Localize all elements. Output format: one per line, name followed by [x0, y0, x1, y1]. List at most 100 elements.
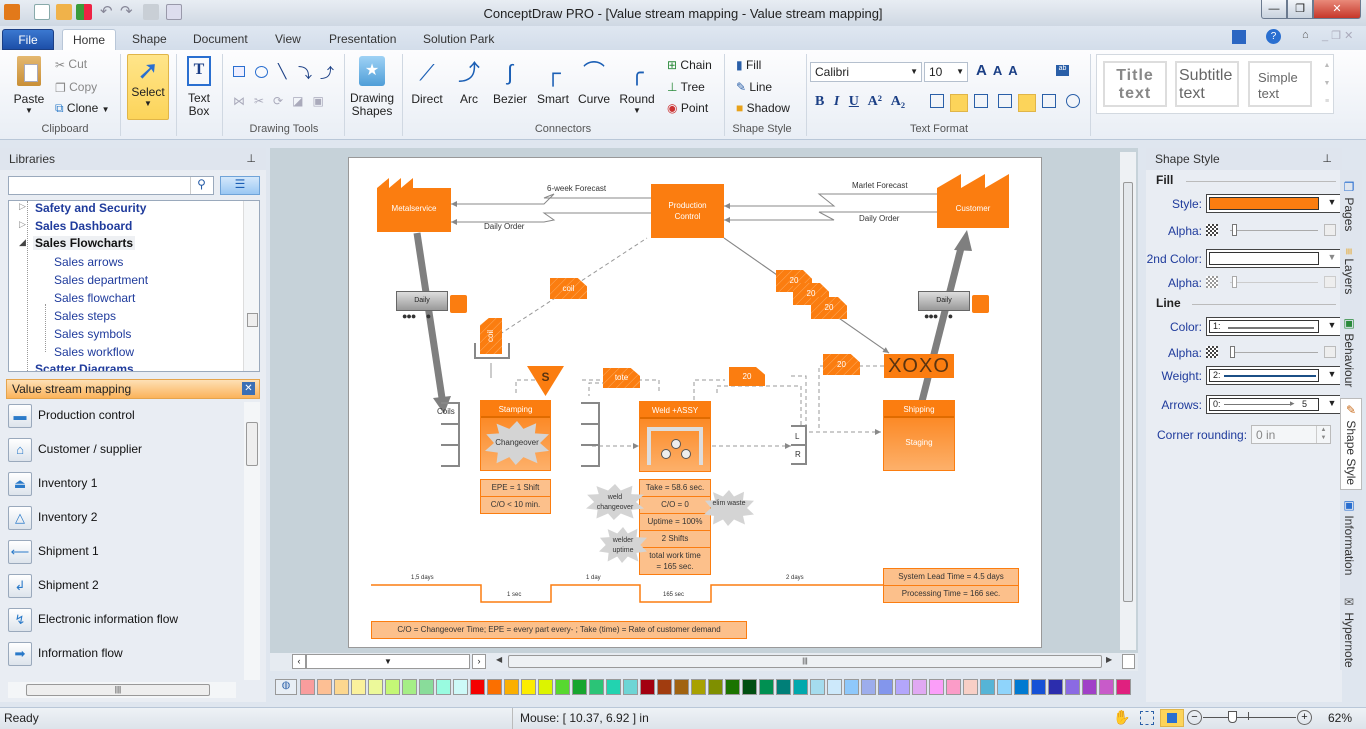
color-swatch[interactable] [453, 679, 468, 695]
tree-item-sales-symbols[interactable]: Sales symbols [54, 327, 131, 341]
layout-icon[interactable] [1232, 30, 1246, 44]
style-subtitle-text[interactable]: Subtitle text [1175, 61, 1239, 107]
color-swatch[interactable] [1099, 679, 1114, 695]
color-swatch[interactable] [657, 679, 672, 695]
color-swatch[interactable] [504, 679, 519, 695]
weld-process[interactable]: Weld +ASSY [639, 401, 711, 472]
color-swatch[interactable] [1065, 679, 1080, 695]
second-color-select[interactable]: ▼ [1206, 249, 1342, 268]
side-tab-pages[interactable]: ❐ Pages [1342, 180, 1356, 231]
underline-icon[interactable]: U [849, 94, 859, 109]
color-swatch[interactable] [776, 679, 791, 695]
palette-menu-icon[interactable]: ◍ [275, 679, 297, 695]
color-swatch[interactable] [589, 679, 604, 695]
connector-bezier-button[interactable]: ∫ Bezier [492, 58, 528, 106]
color-swatch[interactable] [300, 679, 315, 695]
customer-factory[interactable]: Customer [937, 174, 1009, 228]
color-swatch[interactable] [1082, 679, 1097, 695]
color-swatch[interactable] [827, 679, 842, 695]
tab-presentation[interactable]: Presentation [319, 29, 406, 50]
color-swatch[interactable] [1014, 679, 1029, 695]
line-weight-select[interactable]: 2: ▼ [1206, 366, 1342, 385]
shadow-button[interactable]: ■ Shadow [736, 101, 790, 115]
shapes-hscrollbar[interactable]: ||| [8, 682, 236, 698]
color-swatch[interactable] [997, 679, 1012, 695]
tab-home[interactable]: Home [62, 29, 117, 50]
tree-view-toggle-icon[interactable]: ☰ [220, 176, 260, 195]
color-swatch[interactable] [674, 679, 689, 695]
cut-button[interactable]: ✂ Cut [55, 57, 87, 72]
font-size-controls[interactable]: AAA [976, 62, 1024, 79]
zoom-area-icon[interactable] [1140, 711, 1154, 725]
italic-icon[interactable]: I [834, 94, 839, 109]
color-swatch[interactable] [419, 679, 434, 695]
tree-item-sales-arrows[interactable]: Sales arrows [54, 255, 123, 269]
line-alpha-slider[interactable] [1230, 352, 1318, 353]
canvas-hscrollbar[interactable]: ||| [508, 655, 1102, 668]
color-swatch[interactable] [317, 679, 332, 695]
rectangle-tool-icon[interactable] [233, 66, 245, 77]
tree-item-sales-steps[interactable]: Sales steps [54, 309, 116, 323]
side-tab-behaviour[interactable]: ▣ Behaviour [1342, 316, 1356, 387]
drawing-shapes-button[interactable]: ★ Drawing Shapes [348, 56, 396, 118]
tree-scrollbar[interactable] [243, 201, 259, 371]
library-shape-inventory-2[interactable]: △ Inventory 2 [8, 504, 243, 534]
diagram-page[interactable]: Metalservice Production Control Customer … [348, 157, 1042, 648]
align-left-icon[interactable] [930, 94, 944, 108]
color-swatch[interactable] [572, 679, 587, 695]
arrows-select[interactable]: 0: ▸ 5 ▼ [1206, 395, 1342, 414]
color-swatch[interactable] [606, 679, 621, 695]
color-swatch[interactable] [640, 679, 655, 695]
align-right-icon[interactable] [974, 94, 988, 108]
copy-button[interactable]: ❐ Copy [55, 80, 97, 95]
library-shape-shipment-1[interactable]: ⟵ Shipment 1 [8, 538, 243, 568]
connector-round-button[interactable]: ╭ Round ▼ [617, 58, 657, 115]
library-shape-production-control[interactable]: ▬ Production control [8, 402, 243, 432]
stamping-process[interactable]: Stamping Changeover [480, 400, 551, 471]
tree-item-sales-workflow[interactable]: Sales workflow [54, 345, 134, 359]
text-style-buttons[interactable]: B I U A² A₂ [815, 94, 905, 110]
color-swatch[interactable] [334, 679, 349, 695]
fit-to-window-icon[interactable] [1160, 709, 1184, 727]
scroll-thumb[interactable] [246, 422, 258, 466]
hand-tool-icon[interactable]: ✋ [1113, 709, 1130, 726]
color-swatch[interactable] [521, 679, 536, 695]
scroll-thumb[interactable]: ||| [26, 684, 210, 696]
tab-file[interactable]: File [2, 29, 54, 50]
gallery-scroll[interactable]: ▲ ▼ ≡ [1321, 57, 1333, 111]
curve-tool-icon[interactable]: ⤴ [320, 63, 334, 83]
color-swatch[interactable] [436, 679, 451, 695]
fit-page-icon[interactable] [1122, 654, 1135, 669]
tree-item-sales-flowchart[interactable]: Sales flowchart [54, 291, 135, 305]
align-bottom-icon[interactable] [1042, 94, 1056, 108]
ellipse-tool-icon[interactable] [255, 66, 268, 78]
color-swatch[interactable] [555, 679, 570, 695]
color-swatch[interactable] [691, 679, 706, 695]
color-swatch[interactable] [810, 679, 825, 695]
style-title-text[interactable]: Title text [1103, 61, 1167, 107]
style-simple-text[interactable]: Simple text [1248, 61, 1312, 107]
superscript-icon[interactable]: A² [868, 94, 882, 109]
point-button[interactable]: ◉ Point [667, 101, 708, 115]
chain-button[interactable]: ⊞ Chain [667, 58, 712, 72]
color-swatch[interactable] [844, 679, 859, 695]
fill-button[interactable]: ▮ Fill [736, 58, 761, 72]
tree-item-sales-department[interactable]: Sales department [54, 273, 148, 287]
tree-item-sales-flowcharts[interactable]: Sales Flowcharts [33, 236, 136, 250]
color-swatch[interactable] [538, 679, 553, 695]
page-select[interactable]: ▼ [306, 654, 470, 669]
line-button[interactable]: ✎ Line [736, 80, 772, 94]
color-swatch[interactable] [1031, 679, 1046, 695]
shapes-scrollbar[interactable] [244, 402, 260, 680]
scroll-thumb[interactable] [247, 313, 258, 327]
color-swatch[interactable] [793, 679, 808, 695]
font-size-select[interactable]: 10 ▼ [924, 62, 968, 82]
select-button[interactable]: ➚ Select ▼ [127, 54, 169, 120]
fill-alpha-slider[interactable] [1230, 230, 1318, 231]
scroll-thumb[interactable] [1123, 182, 1133, 602]
mdi-controls[interactable]: _ ❐ ✕ [1322, 29, 1353, 42]
bold-icon[interactable]: B [815, 94, 824, 109]
slider-handle[interactable] [1230, 346, 1235, 358]
help-icon[interactable]: ? [1266, 29, 1281, 44]
color-swatch[interactable] [946, 679, 961, 695]
